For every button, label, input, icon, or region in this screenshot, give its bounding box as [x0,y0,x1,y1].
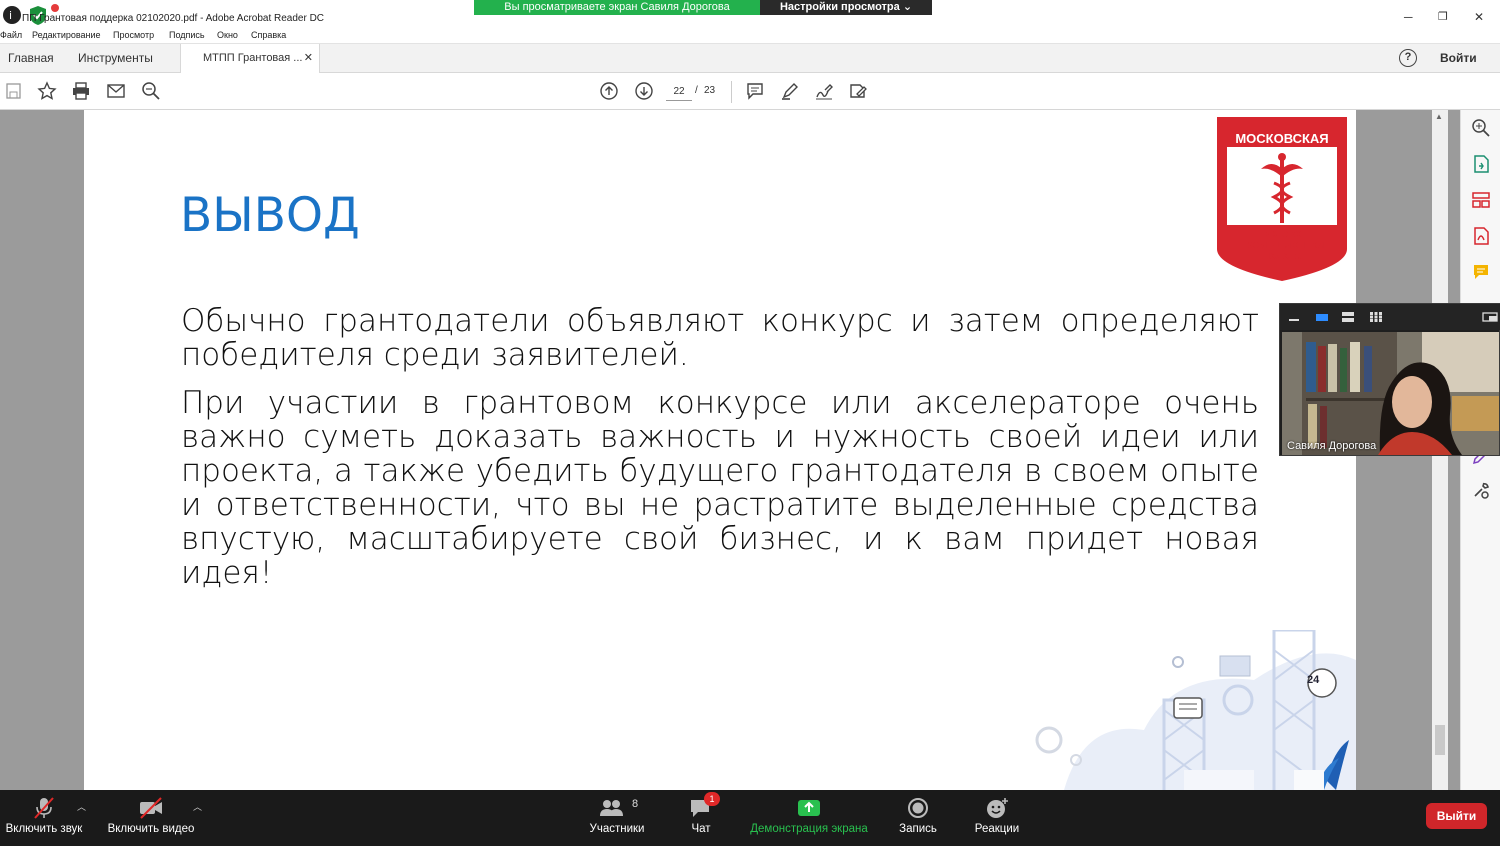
tab-document[interactable]: МТПП Грантовая ... ✕ [180,44,320,73]
share-screen-button[interactable]: Демонстрация экрана [744,790,874,846]
zoom-meeting-controls: Включить звук ︿ Включить видео ︿ Участни… [0,790,1500,846]
leave-meeting-button[interactable]: Выйти [1426,803,1487,829]
gallery-view-icon[interactable] [1370,312,1382,322]
view-settings-dropdown[interactable]: Настройки просмотра ⌄ [760,0,932,15]
slide-paragraph-1: Обычно грантодатели объявляют конкурс и … [181,303,1259,373]
logo-top-text: МОСКОВСКАЯ [1235,131,1329,146]
chat-unread-badge: 1 [704,792,720,806]
page-down-icon[interactable] [634,81,654,101]
participants-count: 8 [632,798,639,810]
participants-label: Участники [589,823,645,835]
tab-tools[interactable]: Инструменты [78,44,153,73]
minimize-button[interactable]: ─ [1404,10,1413,24]
menu-bar: Файл Редактирование Просмотр Подпись Окн… [0,28,1500,44]
save-icon[interactable] [4,81,24,101]
start-video-button[interactable]: Включить видео [104,790,198,846]
help-icon[interactable]: ? [1399,49,1417,67]
unmute-button[interactable]: Включить звук [0,790,88,846]
reactions-label: Реакции [974,823,1020,835]
video-off-icon [140,797,162,819]
participant-video-feed: Савиля Дорогова [1282,332,1499,455]
menu-sign[interactable]: Подпись [169,30,205,40]
current-page-input[interactable]: 22 [666,83,692,101]
zoom-video-panel[interactable]: Савиля Дорогова [1279,303,1500,456]
logo-bottom-text: торгово- промышленная палата [1217,229,1347,262]
reactions-smiley-icon [987,798,1008,818]
active-speaker-view-icon[interactable] [1316,312,1328,322]
window-title: ПП Грантовая поддерка 02102020.pdf - Ado… [22,13,325,24]
reactions-button[interactable]: Реакции [968,790,1026,846]
record-icon [908,798,928,818]
tab-bar: Главная Инструменты МТПП Грантовая ... ✕… [0,44,1500,73]
start-video-label: Включить видео [107,823,195,835]
participant-webcam-image [1282,332,1499,455]
pop-out-video-icon[interactable] [1482,312,1498,322]
svg-text:i: i [9,9,12,22]
fill-sign-icon[interactable] [848,81,868,101]
share-screen-icon [798,800,820,816]
minimize-video-icon[interactable] [1288,312,1300,322]
page-separator: / [695,85,698,96]
login-button[interactable]: Войти [1440,44,1477,73]
muted-mic-icon [34,797,54,819]
logo-bottom-line-3: палата [1263,250,1301,262]
share-screen-label: Демонстрация экрана [750,823,868,835]
decorative-illustration [1035,630,1356,790]
create-pdf-icon[interactable] [1471,226,1491,246]
pdf-page: ВЫВОД Обычно грантодатели объявляют конк… [84,110,1356,790]
menu-view[interactable]: Просмотр [113,30,154,40]
strip-view-icon[interactable] [1342,312,1354,322]
tab-home[interactable]: Главная [8,44,54,73]
menu-file[interactable]: Файл [0,30,22,40]
scroll-up-arrow-icon[interactable]: ▲ [1435,112,1443,121]
zoom-in-tool-icon[interactable] [1471,118,1491,138]
sign-icon[interactable] [814,81,834,101]
participants-button[interactable]: Участники [586,790,648,846]
video-options-caret-icon[interactable]: ︿ [193,800,202,813]
toolbar-divider [731,81,732,103]
maximize-button[interactable]: ❐ [1438,10,1448,23]
support-24h-badge: 24 [1307,674,1320,686]
export-pdf-icon[interactable] [1471,154,1491,174]
comment-tool-icon[interactable] [1471,262,1491,282]
chamber-of-commerce-logo: МОСКОВСКАЯ торгово- промышленная палата [1217,117,1347,281]
video-panel-controls [1280,304,1500,330]
zoom-sharing-banner: Вы просматриваете экран Савиля Дорогова [474,0,760,15]
record-label: Запись [899,823,937,835]
tab-document-label: МТПП Грантовая ... [203,52,303,64]
page-up-icon[interactable] [599,81,619,101]
chat-label: Чат [691,823,711,835]
email-icon[interactable] [106,81,126,101]
participants-icon [600,800,623,816]
close-tab-icon[interactable]: ✕ [304,44,313,73]
unmute-label: Включить звук [5,823,83,835]
slide-paragraph-2: При участии в грантовом конкурсе или акс… [181,385,1259,591]
close-window-button[interactable]: ✕ [1474,10,1484,24]
print-icon[interactable] [71,81,91,101]
menu-help[interactable]: Справка [251,30,286,40]
slide-title: ВЫВОД [180,188,360,243]
search-zoom-icon[interactable] [141,81,161,101]
toolbar: 22 / 23 [0,73,1500,110]
audio-options-caret-icon[interactable]: ︿ [77,800,86,813]
comment-icon[interactable] [745,81,765,101]
scrollbar-thumb[interactable] [1435,725,1445,755]
menu-edit[interactable]: Редактирование [32,30,101,40]
more-tools-icon[interactable] [1471,480,1491,500]
bookmark-star-icon[interactable] [37,81,57,101]
record-button[interactable]: Запись [893,790,943,846]
highlight-pen-icon[interactable] [780,81,800,101]
participant-name-label: Савиля Дорогова [1287,440,1377,452]
organize-pages-icon[interactable] [1471,190,1491,210]
total-pages: 23 [704,85,716,96]
menu-window[interactable]: Окно [217,30,238,40]
